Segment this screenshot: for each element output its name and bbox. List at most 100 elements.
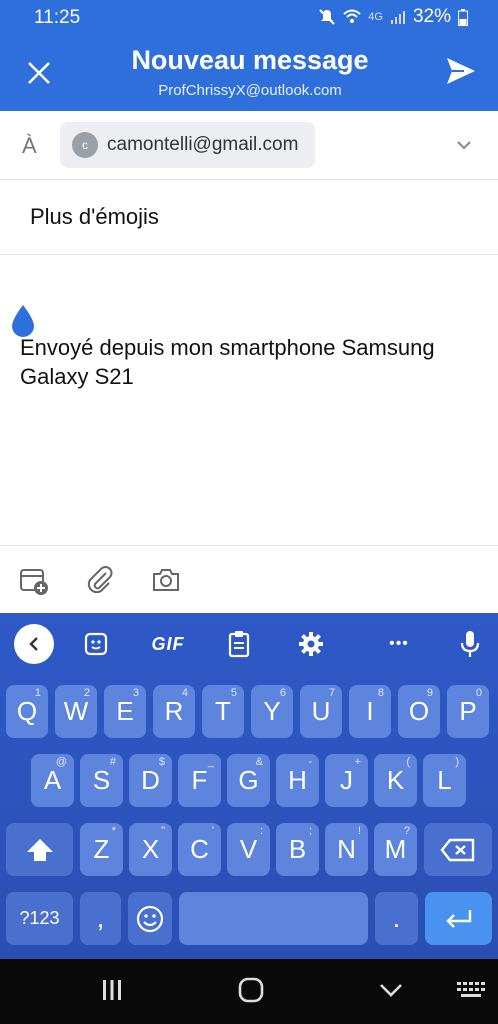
key-label: B	[288, 834, 307, 864]
key-label: G	[238, 765, 259, 795]
key-d[interactable]: D $	[129, 754, 172, 807]
attachment-icon[interactable]	[84, 564, 116, 596]
key-label: M	[384, 834, 407, 864]
camera-icon[interactable]	[150, 564, 182, 596]
key-hint: -	[308, 756, 312, 768]
comma-key[interactable]: ,	[80, 892, 121, 945]
gear-icon	[299, 632, 323, 656]
microphone-icon	[460, 631, 480, 657]
recipient-row[interactable]: À c camontelli@gmail.com	[0, 111, 498, 180]
key-label: P	[459, 696, 477, 726]
keyboard: GIF ••• Q 1 W 2 E 3 R 4 T 5 Y 6 U 7 I 8 …	[0, 613, 498, 959]
compose-toolbar	[0, 545, 498, 613]
key-label: W	[63, 696, 89, 726]
key-l[interactable]: L)	[423, 754, 466, 807]
hide-keyboard-icon[interactable]	[378, 977, 404, 1003]
key-label: H	[288, 765, 307, 795]
symbols-key[interactable]: ?123	[6, 892, 73, 945]
key-h[interactable]: H-	[276, 754, 319, 807]
network-type: 4G	[368, 11, 383, 23]
more-button[interactable]: •••	[379, 625, 419, 663]
to-label: À	[22, 133, 37, 158]
mute-icon	[319, 9, 335, 25]
shift-key[interactable]	[6, 823, 73, 876]
period-key[interactable]: .	[375, 892, 418, 945]
key-label: Z	[93, 834, 110, 864]
key-hint: 3	[132, 687, 139, 699]
key-z[interactable]: Z *	[80, 823, 123, 876]
key-f[interactable]: F _	[178, 754, 221, 807]
key-t[interactable]: T5	[202, 685, 244, 738]
key-w[interactable]: W2	[55, 685, 97, 738]
key-i[interactable]: I8	[349, 685, 391, 738]
chevron-left-icon	[29, 637, 38, 651]
key-hint: @	[55, 756, 67, 768]
avatar: c	[72, 132, 98, 158]
key-b[interactable]: B;	[276, 823, 319, 876]
key-o[interactable]: O9	[398, 685, 440, 738]
key-hint: 0	[475, 687, 482, 699]
keyboard-switch-icon[interactable]	[456, 977, 486, 1003]
sticker-icon	[84, 632, 108, 656]
enter-key[interactable]	[425, 892, 492, 945]
key-hint: 2	[83, 687, 90, 699]
key-hint: #	[109, 756, 116, 768]
key-label: L	[437, 765, 452, 795]
key-hint: 4	[181, 687, 188, 699]
calendar-add-icon[interactable]	[18, 564, 50, 596]
key-label: U	[311, 696, 331, 726]
space-key[interactable]	[179, 892, 368, 945]
page-title: Nouveau message	[131, 45, 369, 75]
recent-apps-icon[interactable]	[100, 977, 124, 1003]
subject-field[interactable]: Plus d'émojis	[0, 180, 498, 255]
system-nav-bar	[0, 959, 498, 1024]
emoji-key[interactable]	[128, 892, 172, 945]
recipient-chip[interactable]: c camontelli@gmail.com	[60, 122, 315, 168]
key-g[interactable]: G &	[227, 754, 270, 807]
app-header: 11:25 4G 32% Nouveau message ProfChrissy…	[0, 0, 498, 111]
message-body[interactable]: Envoyé depuis mon smartphone Samsung Gal…	[0, 255, 498, 545]
key-n[interactable]: N!	[325, 823, 368, 876]
key-u[interactable]: U7	[300, 685, 342, 738]
key-hint: !	[357, 825, 361, 837]
chevron-down-icon[interactable]	[456, 139, 472, 151]
key-v[interactable]: V:	[227, 823, 270, 876]
key-x[interactable]: X "	[129, 823, 172, 876]
enter-icon	[445, 909, 471, 928]
gif-button[interactable]: GIF	[148, 625, 188, 663]
key-j[interactable]: J +	[325, 754, 368, 807]
key-y[interactable]: Y6	[251, 685, 293, 738]
backspace-icon	[440, 838, 475, 861]
key-k[interactable]: K(	[374, 754, 417, 807]
key-label: I	[366, 696, 374, 726]
account-email: ProfChrissyX@outlook.com	[158, 82, 342, 99]
backspace-key[interactable]	[424, 823, 492, 876]
battery-level: 32%	[412, 6, 451, 27]
key-a[interactable]: A @	[31, 754, 74, 807]
keyboard-back-button[interactable]	[14, 624, 54, 664]
key-hint: _	[207, 756, 214, 768]
sticker-button[interactable]	[76, 625, 116, 663]
key-r[interactable]: R4	[153, 685, 195, 738]
send-icon[interactable]	[444, 54, 478, 88]
key-hint: 6	[279, 687, 286, 699]
clipboard-button[interactable]	[219, 625, 259, 663]
key-hint: :	[259, 825, 263, 837]
key-hint: ;	[308, 825, 312, 837]
key-hint: 5	[230, 687, 237, 699]
shift-icon	[26, 838, 53, 861]
voice-input-button[interactable]	[450, 625, 490, 663]
subject-text: Plus d'émojis	[30, 204, 159, 229]
key-s[interactable]: S #	[80, 754, 123, 807]
key-q[interactable]: Q1	[6, 685, 48, 738]
key-m[interactable]: M?	[374, 823, 417, 876]
key-e[interactable]: E3	[104, 685, 146, 738]
key-hint: ?	[403, 825, 410, 837]
settings-button[interactable]	[291, 625, 331, 663]
home-icon[interactable]	[238, 977, 264, 1003]
status-time: 11:25	[34, 7, 81, 28]
key-c[interactable]: C '	[178, 823, 221, 876]
clipboard-icon	[228, 631, 250, 658]
key-p[interactable]: P0	[447, 685, 489, 738]
key-hint: )	[455, 756, 459, 768]
